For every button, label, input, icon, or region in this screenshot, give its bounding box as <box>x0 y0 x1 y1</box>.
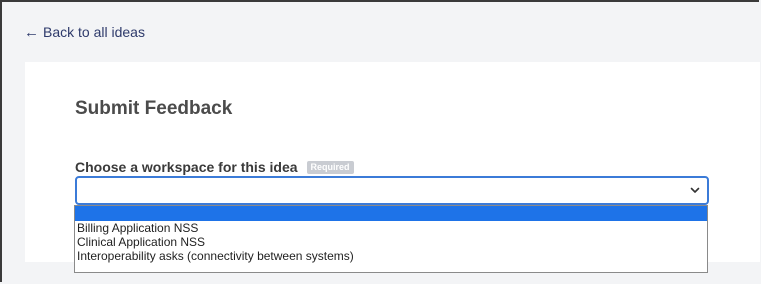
chevron-down-icon <box>690 187 700 193</box>
dropdown-option-billing[interactable]: Billing Application NSS <box>75 221 707 235</box>
back-link-label: Back to all ideas <box>43 24 145 40</box>
dropdown-option-empty[interactable] <box>75 206 707 221</box>
workspace-label-text: Choose a workspace for this idea <box>75 159 298 175</box>
required-badge: Required <box>306 160 354 174</box>
workspace-field-label: Choose a workspace for this idea Require… <box>75 159 354 175</box>
dropdown-option-interoperability[interactable]: Interoperability asks (connectivity betw… <box>75 249 707 263</box>
workspace-dropdown-list: Billing Application NSS Clinical Applica… <box>74 205 708 273</box>
dropdown-option-clinical[interactable]: Clinical Application NSS <box>75 235 707 249</box>
back-to-ideas-link[interactable]: ← Back to all ideas <box>24 24 145 40</box>
workspace-select[interactable] <box>75 176 709 205</box>
page-title: Submit Feedback <box>75 98 233 119</box>
arrow-left-icon: ← <box>24 23 39 41</box>
